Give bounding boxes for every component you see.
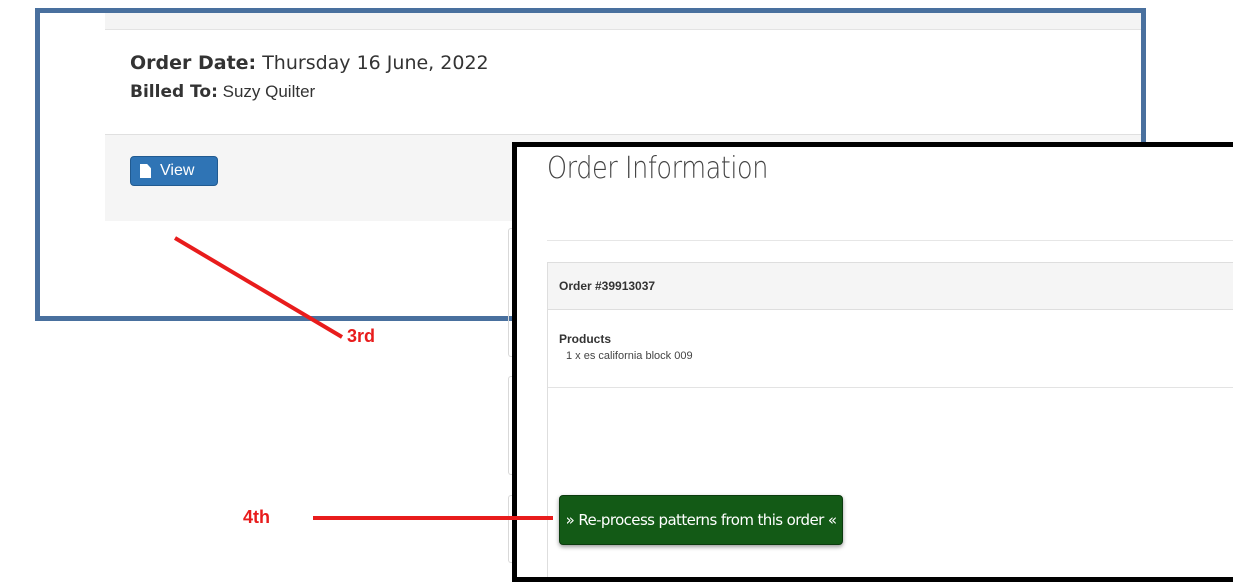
annotation-lines bbox=[173, 236, 553, 520]
annotation-label-4th: 4th bbox=[243, 507, 270, 527]
annotation-arrow-3rd bbox=[173, 236, 344, 339]
annotation-label-3rd: 3rd bbox=[347, 326, 376, 346]
